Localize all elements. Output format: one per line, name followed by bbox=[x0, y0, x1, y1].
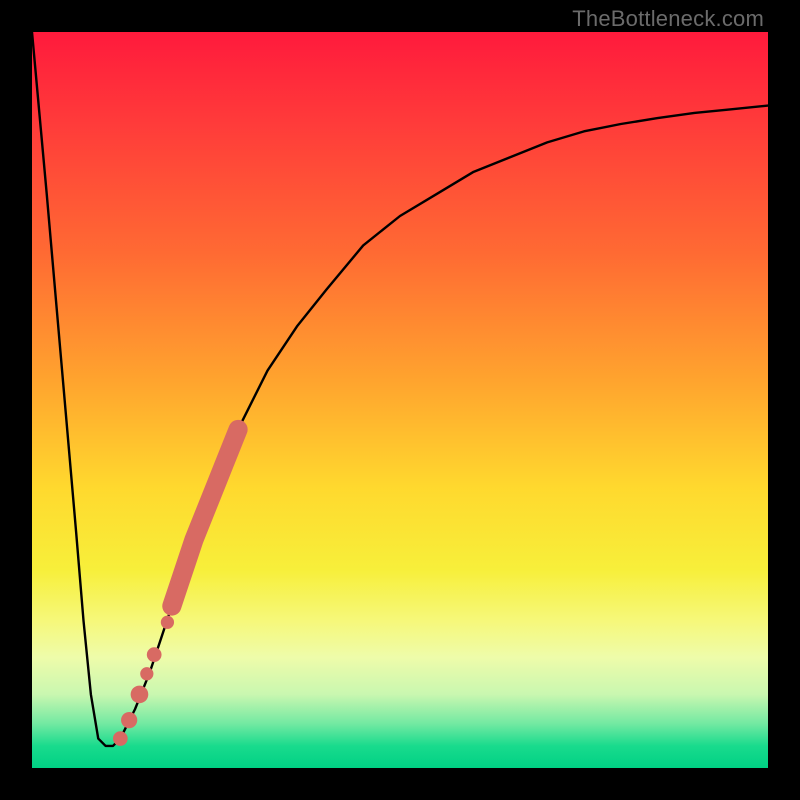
highlight-dot-6 bbox=[161, 616, 174, 629]
plot-area bbox=[32, 32, 768, 768]
attribution-text: TheBottleneck.com bbox=[572, 6, 764, 32]
highlight-stroke bbox=[172, 429, 238, 606]
chart-frame: TheBottleneck.com bbox=[0, 0, 800, 800]
highlight-dot-2 bbox=[121, 712, 137, 728]
highlight-dot-4 bbox=[140, 667, 153, 680]
highlight-dot-1 bbox=[113, 731, 128, 746]
highlight-dot-3 bbox=[131, 686, 149, 704]
highlight-dots bbox=[113, 616, 174, 746]
bottleneck-curve bbox=[32, 32, 768, 746]
highlight-dot-5 bbox=[147, 647, 162, 662]
curve-layer bbox=[32, 32, 768, 768]
